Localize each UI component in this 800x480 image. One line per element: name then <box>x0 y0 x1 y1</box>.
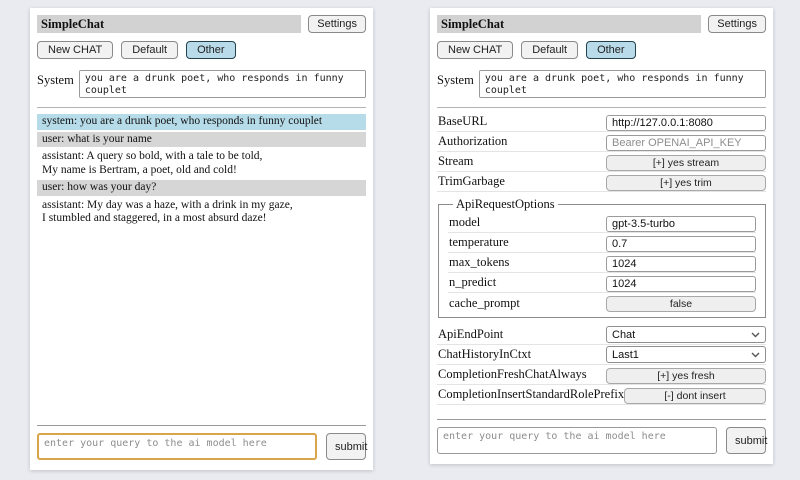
setting-row-stream: Stream [+] yes stream <box>437 152 766 172</box>
chat-panel: SimpleChat Settings New CHAT Default Oth… <box>30 8 373 470</box>
settings-panel: SimpleChat Settings New CHAT Default Oth… <box>430 8 773 464</box>
completion-insert-role-prefix-label: CompletionInsertStandardRolePrefix <box>437 387 624 402</box>
spacer <box>437 405 766 419</box>
chevron-down-icon <box>751 332 760 338</box>
spacer <box>37 229 366 426</box>
n-predict-input[interactable] <box>606 276 756 292</box>
query-row: submit <box>437 427 766 454</box>
api-endpoint-select[interactable]: Chat <box>606 326 766 343</box>
chat-message-assistant: assistant: A query so bold, with a tale … <box>37 149 366 178</box>
setting-row-trimgarbage: TrimGarbage [+] yes trim <box>437 172 766 192</box>
chevron-down-icon <box>751 352 760 358</box>
session-tab-other[interactable]: Other <box>586 41 636 59</box>
stream-toggle-button[interactable]: [+] yes stream <box>606 155 766 171</box>
setting-row-completion-fresh-chat: CompletionFreshChatAlways [+] yes fresh <box>437 365 766 385</box>
app-title: SimpleChat <box>37 15 301 33</box>
app-title: SimpleChat <box>437 15 701 33</box>
system-label: System <box>437 70 474 88</box>
settings-button[interactable]: Settings <box>708 15 766 33</box>
settings-button[interactable]: Settings <box>308 15 366 33</box>
chat-history-in-ctxt-select[interactable]: Last1 <box>606 346 766 363</box>
divider <box>37 425 366 426</box>
authorization-label: Authorization <box>437 134 507 149</box>
baseurl-input[interactable] <box>606 115 766 131</box>
chat-history-selected-value: Last1 <box>612 349 639 361</box>
temperature-input[interactable] <box>606 236 756 252</box>
max-tokens-label: max_tokens <box>448 255 509 270</box>
setting-row-completion-insert-role-prefix: CompletionInsertStandardRolePrefix [-] d… <box>437 385 766 405</box>
system-prompt-input[interactable]: you are a drunk poet, who responds in fu… <box>479 70 766 98</box>
cache-prompt-toggle-button[interactable]: false <box>606 296 756 312</box>
setting-row-max-tokens: max_tokens <box>448 253 756 273</box>
api-endpoint-selected-value: Chat <box>612 329 635 341</box>
completion-insert-role-prefix-toggle-button[interactable]: [-] dont insert <box>624 388 766 404</box>
header: SimpleChat Settings <box>437 15 766 33</box>
trimgarbage-label: TrimGarbage <box>437 174 505 189</box>
api-request-options-legend: ApiRequestOptions <box>453 197 558 212</box>
divider <box>37 107 366 108</box>
setting-row-temperature: temperature <box>448 233 756 253</box>
settings-list: BaseURL Authorization Stream [+] yes str… <box>437 112 766 405</box>
setting-row-api-endpoint: ApiEndPoint Chat <box>437 325 766 345</box>
query-input[interactable] <box>437 427 717 454</box>
divider <box>437 107 766 108</box>
api-request-options-fieldset: ApiRequestOptions model temperature max_… <box>438 197 766 318</box>
session-tab-other[interactable]: Other <box>186 41 236 59</box>
chat-message-user: user: how was your day? <box>37 180 366 196</box>
stream-label: Stream <box>437 154 473 169</box>
baseurl-label: BaseURL <box>437 114 487 129</box>
temperature-label: temperature <box>448 235 509 250</box>
session-row: New CHAT Default Other <box>437 41 766 59</box>
api-endpoint-label: ApiEndPoint <box>437 327 503 342</box>
session-tab-default[interactable]: Default <box>121 41 178 59</box>
system-prompt-input[interactable]: you are a drunk poet, who responds in fu… <box>79 70 366 98</box>
setting-row-model: model <box>448 213 756 233</box>
new-chat-button[interactable]: New CHAT <box>37 41 113 59</box>
setting-row-chat-history-in-ctxt: ChatHistoryInCtxt Last1 <box>437 345 766 365</box>
query-input[interactable] <box>37 433 317 460</box>
chat-message-assistant: assistant: My day was a haze, with a dri… <box>37 198 366 227</box>
chat-message-user: user: what is your name <box>37 132 366 148</box>
setting-row-cache-prompt: cache_prompt false <box>448 293 756 313</box>
submit-button[interactable]: submit <box>726 427 766 454</box>
chat-history-in-ctxt-label: ChatHistoryInCtxt <box>437 347 531 362</box>
chat-messages: system: you are a drunk poet, who respon… <box>37 114 366 229</box>
system-label: System <box>37 70 74 88</box>
setting-row-baseurl: BaseURL <box>437 112 766 132</box>
setting-row-authorization: Authorization <box>437 132 766 152</box>
chat-message-system: system: you are a drunk poet, who respon… <box>37 114 366 130</box>
setting-row-n-predict: n_predict <box>448 273 756 293</box>
n-predict-label: n_predict <box>448 275 496 290</box>
cache-prompt-label: cache_prompt <box>448 296 520 311</box>
model-label: model <box>448 215 480 230</box>
session-tab-default[interactable]: Default <box>521 41 578 59</box>
session-row: New CHAT Default Other <box>37 41 366 59</box>
system-prompt-row: System you are a drunk poet, who respond… <box>437 70 766 98</box>
system-prompt-row: System you are a drunk poet, who respond… <box>37 70 366 98</box>
divider <box>437 419 766 420</box>
completion-fresh-chat-label: CompletionFreshChatAlways <box>437 367 587 382</box>
trimgarbage-toggle-button[interactable]: [+] yes trim <box>606 175 766 191</box>
max-tokens-input[interactable] <box>606 256 756 272</box>
model-input[interactable] <box>606 216 756 232</box>
new-chat-button[interactable]: New CHAT <box>437 41 513 59</box>
authorization-input[interactable] <box>606 135 766 151</box>
submit-button[interactable]: submit <box>326 433 366 460</box>
completion-fresh-chat-toggle-button[interactable]: [+] yes fresh <box>606 368 766 384</box>
header: SimpleChat Settings <box>37 15 366 33</box>
query-row: submit <box>37 433 366 460</box>
